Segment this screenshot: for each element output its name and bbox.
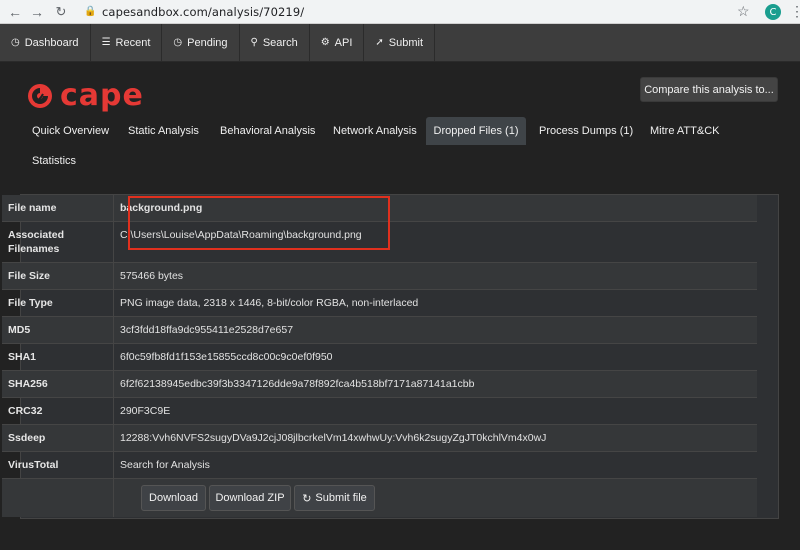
table-row: Associated Filenames C:\Users\Louise\App… [2, 222, 757, 263]
file-name-value: background.png [120, 202, 203, 214]
row-label: File Size [2, 263, 114, 289]
md5-value: 3cf3fdd18ffa9dc955411e2528d7e657 [120, 324, 294, 336]
nav-search[interactable]: ⚲ Search [240, 24, 310, 61]
tab-statistics[interactable]: Statistics [25, 147, 83, 175]
tab-network-analysis[interactable]: Network Analysis [326, 117, 424, 145]
row-label: SHA1 [2, 344, 114, 370]
tab-mitre-attack[interactable]: Mitre ATT&CK [643, 117, 726, 145]
row-label: File name [2, 195, 114, 221]
sha256-value: 6f2f62138945edbc39f3b3347126dde9a78f892f… [120, 378, 475, 390]
table-row: File name background.png [2, 195, 757, 222]
profile-avatar[interactable]: C [765, 4, 781, 20]
cape-logo[interactable]: cape [26, 78, 144, 113]
nav-pending-label: Pending [187, 36, 228, 49]
table-row: Ssdeep 12288:Vvh6NVFS2sugyDVa9J2cjJ08jlb… [2, 425, 757, 452]
nav-api[interactable]: ⚙ API [310, 24, 365, 61]
nav-submit[interactable]: ➚ Submit [364, 24, 436, 61]
clock-icon: ◷ [173, 37, 183, 48]
tab-static-analysis[interactable]: Static Analysis [121, 117, 206, 145]
nav-recent[interactable]: ☰ Recent [91, 24, 163, 61]
bookmark-star-icon[interactable]: ☆ [737, 3, 750, 20]
tab-quick-overview[interactable]: Quick Overview [25, 117, 116, 145]
table-row: CRC32 290F3C9E [2, 398, 757, 425]
reload-icon[interactable]: ↻ [52, 3, 70, 21]
nav-submit-label: Submit [388, 36, 424, 49]
actions-row-label [2, 479, 114, 517]
cape-logo-icon [28, 83, 52, 108]
row-label: CRC32 [2, 398, 114, 424]
compare-analysis-button[interactable]: Compare this analysis to... [640, 77, 778, 102]
search-icon: ⚲ [250, 37, 258, 48]
table-row: MD5 3cf3fdd18ffa9dc955411e2528d7e657 [2, 317, 757, 344]
browser-menu-icon[interactable]: ⋮ [790, 3, 800, 20]
row-label: MD5 [2, 317, 114, 343]
dashboard-icon: ◷ [11, 37, 20, 48]
lock-icon[interactable]: 🔒 [84, 6, 96, 17]
submit-file-button[interactable]: ↻ Submit file [294, 485, 375, 511]
nav-search-label: Search [262, 36, 298, 49]
crc32-value: 290F3C9E [120, 405, 171, 417]
upload-icon: ➚ [375, 37, 384, 48]
submit-file-label: Submit file [315, 492, 367, 504]
row-label: File Type [2, 290, 114, 316]
gear-icon: ⚙ [320, 37, 330, 48]
virustotal-search-link[interactable]: Search for Analysis [114, 452, 210, 478]
row-label: Ssdeep [2, 425, 114, 451]
table-row: SHA256 6f2f62138945edbc39f3b3347126dde9a… [2, 371, 757, 398]
nav-dashboard[interactable]: ◷ Dashboard [0, 24, 91, 61]
associated-filenames-value: C:\Users\Louise\AppData\Roaming\backgrou… [120, 229, 362, 241]
table-row: File Type PNG image data, 2318 x 1446, 8… [2, 290, 757, 317]
row-label: SHA256 [2, 371, 114, 397]
address-bar[interactable]: capesandbox.com/analysis/70219/ [102, 5, 304, 19]
table-row: SHA1 6f0c59fb8fd1f153e15855ccd8c00c9c0ef… [2, 344, 757, 371]
forward-icon[interactable]: → [28, 3, 46, 21]
row-label: Associated Filenames [2, 222, 114, 262]
row-label: VirusTotal [2, 452, 114, 478]
refresh-icon: ↻ [302, 492, 312, 505]
tab-behavioral-analysis[interactable]: Behavioral Analysis [213, 117, 322, 145]
download-button[interactable]: Download [141, 485, 206, 511]
nav-dashboard-label: Dashboard [24, 36, 79, 49]
nav-recent-label: Recent [115, 36, 151, 49]
nav-pending[interactable]: ◷ Pending [162, 24, 240, 61]
back-icon[interactable]: ← [6, 3, 24, 21]
sha1-value: 6f0c59fb8fd1f153e15855ccd8c00c9c0ef0f950 [120, 351, 333, 363]
file-type-value: PNG image data, 2318 x 1446, 8-bit/color… [120, 297, 419, 309]
ssdeep-value: 12288:Vvh6NVFS2sugyDVa9J2cjJ08jlbcrkelVm… [120, 432, 547, 444]
browser-toolbar: ← → ↻ 🔒 capesandbox.com/analysis/70219/ … [0, 0, 800, 24]
table-row: File Size 575466 bytes [2, 263, 757, 290]
list-icon: ☰ [101, 37, 111, 48]
table-row: VirusTotal Search for Analysis [2, 452, 757, 479]
file-size-value: 575466 bytes [120, 270, 184, 282]
main-navbar: ◷ Dashboard ☰ Recent ◷ Pending ⚲ Search … [0, 24, 800, 62]
tab-process-dumps[interactable]: Process Dumps (1) [532, 117, 640, 145]
tab-dropped-files[interactable]: Dropped Files (1) [426, 117, 526, 145]
download-zip-button[interactable]: Download ZIP [209, 485, 291, 511]
actions-row [2, 479, 757, 517]
nav-api-label: API [334, 36, 353, 49]
cape-logo-text: cape [60, 78, 144, 113]
